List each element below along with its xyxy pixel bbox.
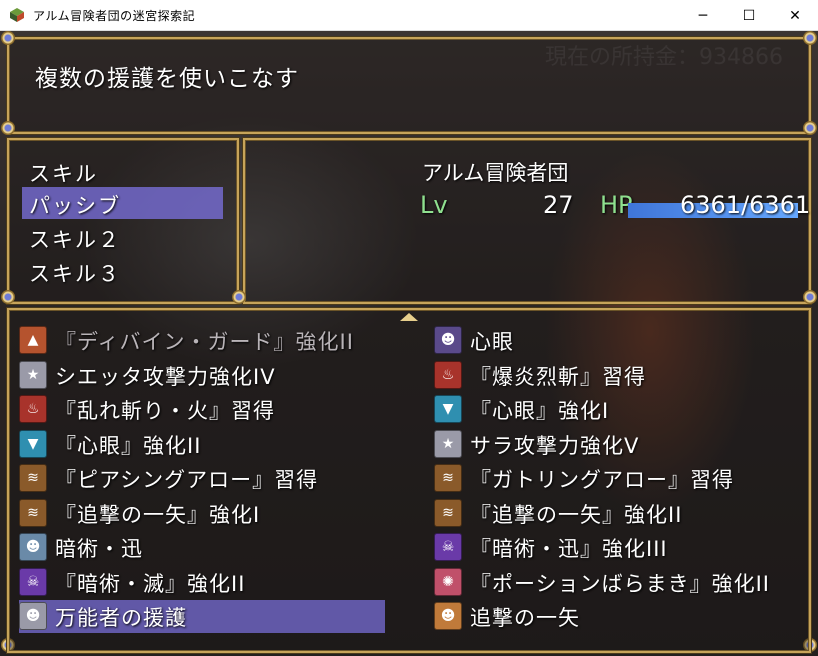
skill-name: 『ポーションばらまき』強化II bbox=[470, 571, 770, 596]
hp-value: 6361/6361 bbox=[680, 191, 811, 219]
dark-skull-icon: ☠ bbox=[19, 567, 47, 596]
dark-skull-icon: ☠ bbox=[434, 533, 462, 561]
star-icon: ★ bbox=[19, 360, 47, 389]
frame-ornament bbox=[803, 121, 817, 135]
skill-item[interactable]: ▼ 『心眼』強化I bbox=[434, 393, 804, 426]
app-icon bbox=[10, 8, 24, 22]
claw-icon: ≋ bbox=[19, 464, 47, 492]
close-button[interactable]: ✕ bbox=[772, 0, 818, 31]
skill-name: 『爆炎烈斬』習得 bbox=[470, 364, 646, 389]
frame-ornament bbox=[1, 31, 15, 45]
window-title: アルム冒険者団の迷宮探索記 bbox=[33, 9, 196, 23]
skill-item[interactable]: ★ シエッタ攻撃力強化IV bbox=[19, 359, 385, 392]
skill-item[interactable]: ☻ 追撃の一矢 bbox=[434, 600, 804, 633]
command-skill-3[interactable]: スキル３ bbox=[22, 255, 223, 287]
frame-ornament bbox=[803, 31, 817, 45]
fire-icon: ♨ bbox=[434, 360, 462, 389]
skill-item[interactable]: ≋ 『ピアシングアロー』習得 bbox=[19, 462, 385, 495]
minimize-button[interactable]: ─ bbox=[680, 0, 726, 31]
level-value: 27 bbox=[543, 191, 574, 219]
scroll-up-icon[interactable] bbox=[400, 313, 418, 321]
command-label: スキル３ bbox=[29, 262, 121, 286]
skill-name: 『乱れ斬り・火』習得 bbox=[55, 399, 275, 423]
skill-name: 『追撃の一矢』強化I bbox=[55, 502, 261, 527]
skill-item[interactable]: ★ サラ攻撃力強化V bbox=[434, 428, 804, 461]
frame-ornament bbox=[1, 121, 15, 135]
skill-name: 『暗術・滅』強化II bbox=[55, 571, 246, 596]
character-portrait-icon: ☻ bbox=[19, 533, 47, 561]
game-screen: 現在の所持金：934866 複数の援護を使いこなす スキル パッシブ スキル２ … bbox=[0, 31, 818, 656]
skill-name: 万能者の援護 bbox=[55, 606, 187, 630]
close-icon: ✕ bbox=[789, 7, 801, 24]
skill-item[interactable]: ☠ 『暗術・滅』強化II bbox=[19, 566, 385, 599]
help-window: 複数の援護を使いこなす bbox=[7, 37, 811, 134]
skill-item[interactable]: ☻ 暗術・迅 bbox=[19, 531, 385, 564]
skill-item[interactable]: ♨ 『乱れ斬り・火』習得 bbox=[19, 393, 385, 426]
character-portrait-icon: ☻ bbox=[19, 602, 47, 630]
command-skill-2[interactable]: スキル２ bbox=[22, 221, 223, 253]
minimize-icon: ─ bbox=[698, 7, 708, 24]
help-text: 複数の援護を使いこなす bbox=[35, 66, 299, 92]
def-down-icon: ▼ bbox=[19, 429, 47, 458]
frame-ornament bbox=[803, 290, 817, 304]
skill-item[interactable]: ▼ 『心眼』強化II bbox=[19, 428, 385, 461]
claw-icon: ≋ bbox=[434, 498, 462, 527]
skill-name: サラ攻撃力強化V bbox=[470, 433, 640, 458]
skill-name: 心眼 bbox=[470, 330, 514, 354]
skill-item[interactable]: ≋ 『追撃の一矢』強化II bbox=[434, 497, 804, 530]
skill-name: シエッタ攻撃力強化IV bbox=[55, 364, 276, 389]
skill-item[interactable]: ☠ 『暗術・迅』強化III bbox=[434, 531, 804, 564]
shield-def-icon: ▲ bbox=[19, 326, 47, 354]
potion-burst-icon: ✺ bbox=[434, 567, 462, 596]
skill-name: 『ピアシングアロー』習得 bbox=[55, 468, 319, 492]
skill-name: 『ディバイン・ガード』強化II bbox=[55, 330, 354, 354]
fire-icon: ♨ bbox=[19, 395, 47, 423]
star-icon: ★ bbox=[434, 429, 462, 458]
command-label: スキル bbox=[29, 162, 98, 186]
command-label: パッシブ bbox=[29, 194, 121, 218]
claw-icon: ≋ bbox=[434, 464, 462, 492]
skill-item[interactable]: ✺ 『ポーションばらまき』強化II bbox=[434, 566, 804, 599]
character-portrait-icon: ☻ bbox=[434, 602, 462, 630]
window-titlebar: アルム冒険者団の迷宮探索記 ─ ☐ ✕ bbox=[0, 0, 818, 31]
skill-name: 『暗術・迅』強化III bbox=[470, 537, 668, 561]
claw-icon: ≋ bbox=[19, 498, 47, 527]
command-skill[interactable]: スキル bbox=[22, 155, 223, 187]
skill-item[interactable]: ☻ 心眼 bbox=[434, 324, 804, 357]
skill-name: 『心眼』強化I bbox=[470, 399, 610, 423]
skill-item[interactable]: ☻ 万能者の援護 bbox=[19, 600, 385, 633]
actor-name: アルム冒険者団 bbox=[422, 161, 569, 185]
skill-name: 『心眼』強化II bbox=[55, 433, 202, 458]
maximize-icon: ☐ bbox=[742, 7, 756, 24]
skill-name: 『ガトリングアロー』習得 bbox=[470, 468, 734, 492]
level-label: Lv bbox=[420, 191, 448, 219]
command-passive[interactable]: パッシブ bbox=[22, 187, 223, 219]
skill-name: 暗術・迅 bbox=[55, 537, 143, 561]
def-down-icon: ▼ bbox=[434, 395, 462, 423]
frame-ornament bbox=[1, 290, 15, 304]
skill-item[interactable]: ▲ 『ディバイン・ガード』強化II bbox=[19, 324, 385, 357]
skill-item[interactable]: ≋ 『追撃の一矢』強化I bbox=[19, 497, 385, 530]
skill-name: 追撃の一矢 bbox=[470, 606, 580, 630]
character-portrait-icon: ☻ bbox=[434, 326, 462, 354]
maximize-button[interactable]: ☐ bbox=[726, 0, 772, 31]
skill-item[interactable]: ≋ 『ガトリングアロー』習得 bbox=[434, 462, 804, 495]
skill-name: 『追撃の一矢』強化II bbox=[470, 502, 683, 527]
command-label: スキル２ bbox=[29, 228, 121, 252]
frame-ornament bbox=[232, 290, 246, 304]
skill-item[interactable]: ♨ 『爆炎烈斬』習得 bbox=[434, 359, 804, 392]
